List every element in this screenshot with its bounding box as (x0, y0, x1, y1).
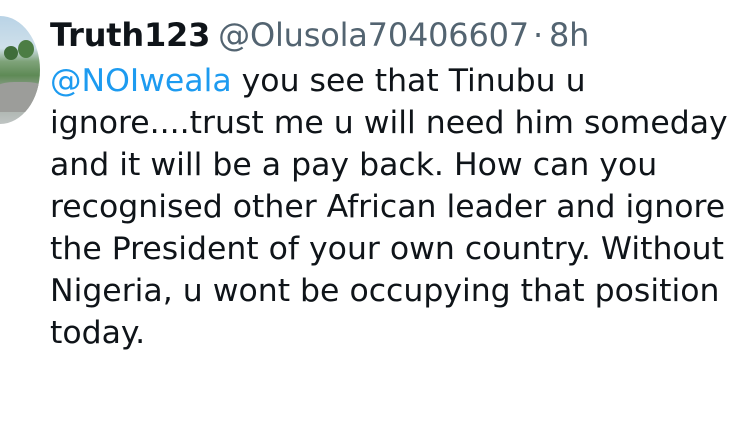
tweet-text-segment: you see that Tinubu u (231, 63, 586, 99)
avatar-tree-shape (4, 46, 18, 60)
tweet-text: @NOIweala you see that Tinubu u ignore..… (50, 60, 750, 354)
author-name[interactable]: Truth123 (50, 16, 210, 54)
avatar-tree-shape (18, 40, 34, 58)
tweet-text-line: today. (50, 315, 146, 351)
tweet-header: Truth123 @Olusola70406607 · 8h (50, 13, 589, 57)
tweet-text-line: the President of your own country. Witho… (50, 231, 724, 267)
tweet-text-line: recognised other African leader and igno… (50, 189, 726, 225)
avatar-road-shape (0, 82, 40, 112)
author-handle[interactable]: @Olusola70406607 (218, 16, 529, 54)
timestamp[interactable]: 8h (549, 16, 589, 54)
tweet-text-line: and it will be a pay back. How can you (50, 147, 658, 183)
separator-dot: · (532, 16, 543, 54)
tweet-text-line: ignore....trust me u will need him somed… (50, 105, 728, 141)
tweet-text-line: Nigeria, u wont be occupying that positi… (50, 273, 720, 309)
mention-link[interactable]: @NOIweala (50, 63, 232, 99)
tweet-card: Truth123 @Olusola70406607 · 8h @NOIweala yo… (0, 0, 750, 427)
avatar[interactable] (0, 16, 40, 124)
tweet-text-line: @NOIweala you see that Tinubu u (50, 60, 750, 102)
